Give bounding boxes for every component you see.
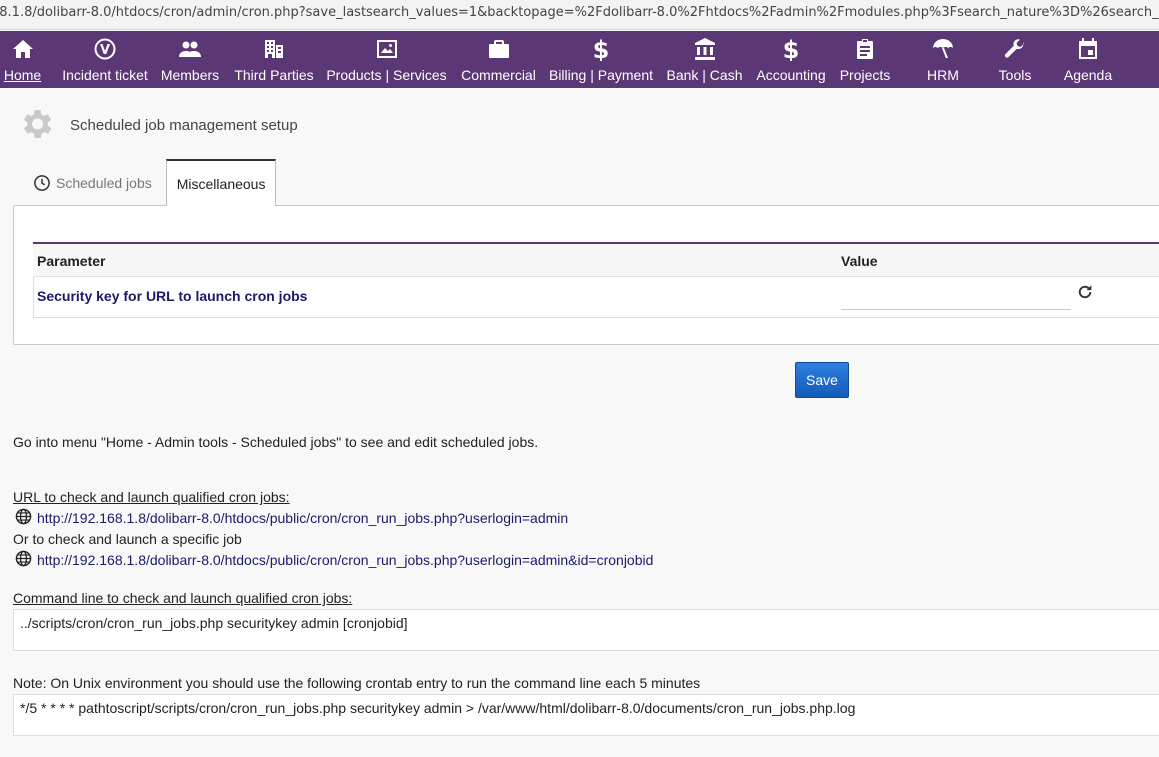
page-title: Scheduled job management setup	[70, 117, 298, 134]
nav-item-incident-ticket[interactable]: Incident ticket	[54, 31, 156, 88]
save-button[interactable]: Save	[795, 362, 849, 398]
url-specific-link[interactable]: http://192.168.1.8/dolibarr-8.0/htdocs/p…	[37, 552, 653, 568]
briefcase-icon	[487, 31, 511, 67]
dollar-icon: $	[589, 31, 613, 67]
tab-scheduled-jobs[interactable]: Scheduled jobs	[30, 159, 166, 206]
tab-miscellaneous[interactable]: Miscellaneous	[165, 159, 277, 206]
nav-label: Billing | Payment	[548, 67, 653, 83]
tab-label: Scheduled jobs	[56, 174, 152, 191]
nav-label: Bank | Cash	[666, 67, 743, 83]
globe-icon	[15, 508, 37, 525]
nav-label: Accounting	[756, 67, 826, 83]
nav-item-hrm[interactable]: HRM	[918, 31, 968, 88]
dollar-icon: $	[779, 31, 803, 67]
table-row: Security key for URL to launch cron jobs	[33, 277, 1159, 318]
umbrella-icon	[931, 31, 955, 67]
nav-item-commercial[interactable]: Commercial	[456, 31, 541, 88]
ticket-icon	[93, 31, 117, 67]
nav-label: Agenda	[1063, 67, 1113, 83]
nav-item-home[interactable]: Home	[0, 31, 45, 88]
nav-item-bank-cash[interactable]: Bank | Cash	[661, 31, 748, 88]
nav-item-members[interactable]: Members	[156, 31, 224, 88]
tab-bar: Scheduled jobs Miscellaneous	[30, 159, 277, 206]
home-icon	[11, 31, 35, 67]
nav-label: Projects	[839, 67, 891, 83]
nav-label: Members	[160, 67, 220, 83]
clock-icon	[33, 174, 56, 192]
clipboard-icon	[853, 31, 877, 67]
nav-item-billing-payment[interactable]: $ Billing | Payment	[544, 31, 658, 88]
menu-hint-text: Go into menu "Home - Admin tools - Sched…	[13, 434, 539, 450]
gear-icon	[17, 105, 55, 146]
url-specific-row: http://192.168.1.8/dolibarr-8.0/htdocs/p…	[15, 550, 653, 568]
url-all-row: http://192.168.1.8/dolibarr-8.0/htdocs/p…	[15, 508, 568, 526]
nav-label: Home	[3, 67, 42, 83]
members-icon	[178, 31, 202, 67]
crontab-note: Note: On Unix environment you should use…	[13, 675, 701, 691]
bank-icon	[693, 31, 717, 67]
url-heading: URL to check and launch qualified cron j…	[13, 489, 290, 505]
column-header-parameter: Parameter	[37, 253, 106, 269]
table-header: Parameter Value	[33, 242, 1159, 277]
column-header-value: Value	[841, 253, 878, 269]
parameter-table: Parameter Value Security key for URL to …	[33, 242, 1159, 318]
cli-command-text: ../scripts/cron/cron_run_jobs.php securi…	[20, 615, 408, 631]
nav-item-accounting[interactable]: $ Accounting	[751, 31, 831, 88]
nav-label: Incident ticket	[62, 67, 148, 83]
settings-panel: Parameter Value Security key for URL to …	[13, 205, 1159, 345]
browser-url-bar[interactable]: 68.1.8/dolibarr-8.0/htdocs/cron/admin/cr…	[0, 0, 1159, 30]
browser-url-text: 68.1.8/dolibarr-8.0/htdocs/cron/admin/cr…	[0, 5, 1159, 20]
tab-label: Miscellaneous	[176, 175, 266, 192]
nav-label: Products | Services	[326, 67, 447, 83]
page-header: Scheduled job management setup	[17, 105, 298, 146]
specific-job-label: Or to check and launch a specific job	[13, 531, 242, 547]
calendar-icon	[1076, 31, 1100, 67]
building-icon	[262, 31, 286, 67]
nav-label: Third Parties	[234, 67, 314, 83]
cli-command-box[interactable]: ../scripts/cron/cron_run_jobs.php securi…	[13, 609, 1159, 651]
globe-icon	[15, 550, 37, 567]
security-key-label: Security key for URL to launch cron jobs	[37, 288, 308, 304]
security-key-input[interactable]	[841, 284, 1071, 310]
refresh-icon[interactable]	[1076, 283, 1094, 304]
svg-text:$: $	[783, 37, 800, 61]
url-all-link[interactable]: http://192.168.1.8/dolibarr-8.0/htdocs/p…	[37, 510, 568, 526]
top-menu-bar: Home Incident ticket Members Third Parti…	[0, 31, 1159, 88]
nav-item-third-parties[interactable]: Third Parties	[229, 31, 319, 88]
svg-text:$: $	[593, 37, 610, 61]
crontab-entry-text: */5 * * * * pathtoscript/scripts/cron/cr…	[20, 700, 856, 716]
nav-label: Commercial	[461, 67, 536, 83]
nav-item-tools[interactable]: Tools	[990, 31, 1040, 88]
crontab-entry-box[interactable]: */5 * * * * pathtoscript/scripts/cron/cr…	[13, 694, 1159, 736]
nav-item-products-services[interactable]: Products | Services	[321, 31, 452, 88]
cli-heading: Command line to check and launch qualifi…	[13, 590, 353, 606]
image-icon	[375, 31, 399, 67]
nav-label: Tools	[998, 67, 1032, 83]
nav-item-projects[interactable]: Projects	[834, 31, 896, 88]
wrench-icon	[1003, 31, 1027, 67]
nav-item-agenda[interactable]: Agenda	[1058, 31, 1118, 88]
nav-label: HRM	[927, 67, 959, 83]
